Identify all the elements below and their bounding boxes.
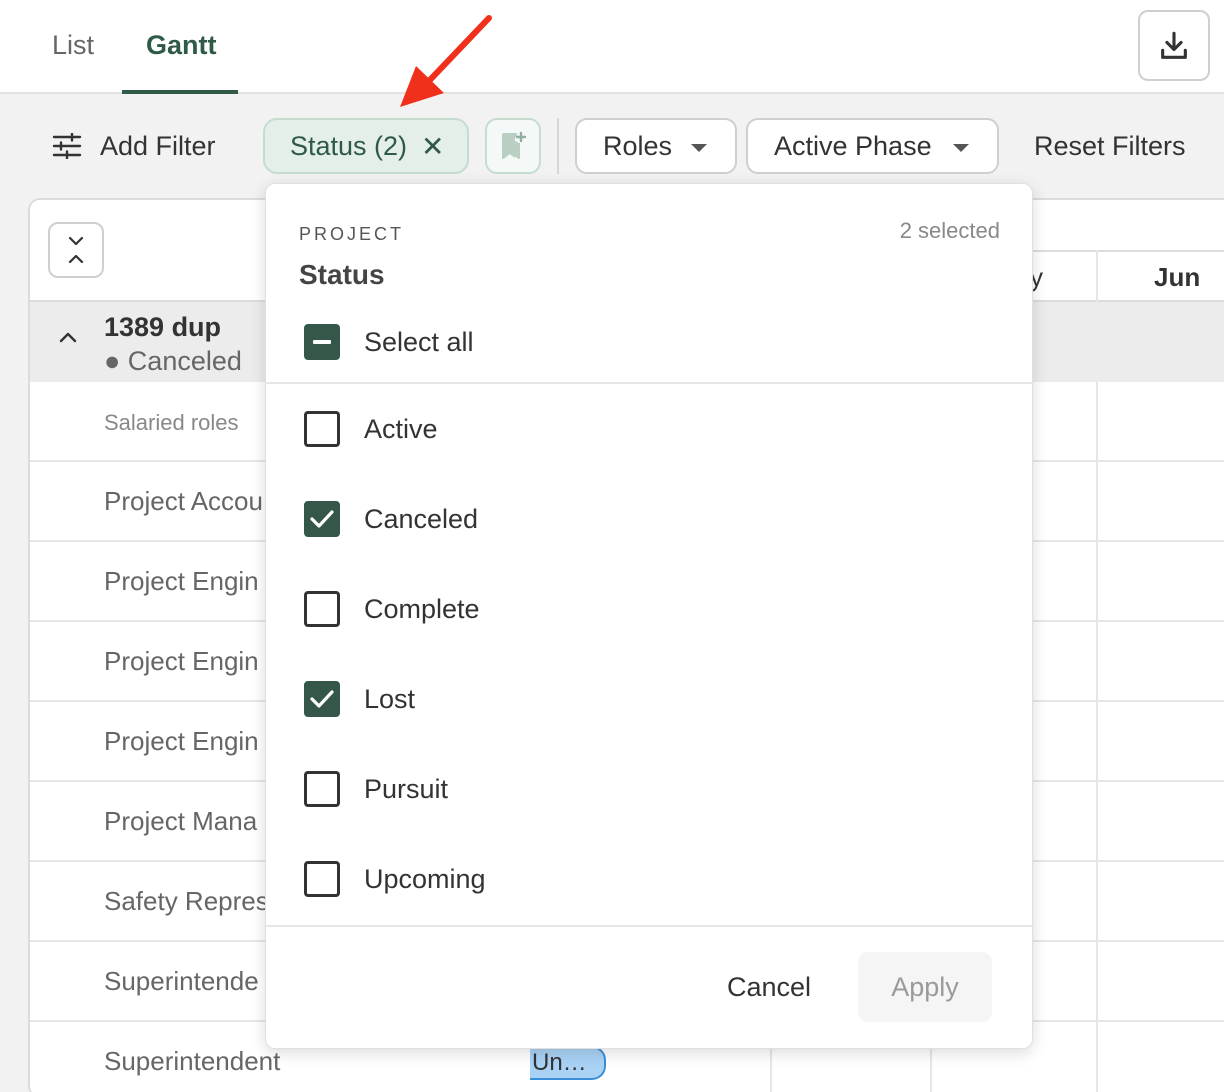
project-status: ● Canceled xyxy=(104,346,242,376)
filter-sliders-icon xyxy=(52,133,82,159)
row-label: Project Mana xyxy=(104,806,258,836)
divider xyxy=(266,382,1034,384)
option-canceled[interactable]: Canceled xyxy=(304,499,478,539)
close-icon[interactable]: ✕ xyxy=(421,130,444,163)
caret-down-icon xyxy=(953,144,969,152)
download-button[interactable] xyxy=(1138,10,1210,81)
option-complete[interactable]: Complete xyxy=(304,589,480,629)
collapse-icon xyxy=(68,236,84,264)
selected-count: 2 selected xyxy=(899,218,1000,243)
select-all-label: Select all xyxy=(364,326,474,357)
row-label: Project Accou xyxy=(104,486,263,516)
apply-button[interactable]: Apply xyxy=(858,952,992,1022)
toolbar-divider xyxy=(557,118,559,174)
tab-gantt[interactable]: Gantt xyxy=(146,30,217,61)
checkbox[interactable] xyxy=(304,411,340,447)
check-icon xyxy=(310,510,334,528)
active-phase-dropdown[interactable]: Active Phase xyxy=(746,118,999,174)
active-phase-label: Active Phase xyxy=(774,130,932,161)
roles-dropdown[interactable]: Roles xyxy=(575,118,737,174)
cancel-button[interactable]: Cancel xyxy=(704,952,834,1022)
bookmark-add-icon xyxy=(502,131,527,159)
month-header: Jun xyxy=(1154,262,1201,292)
checkbox[interactable] xyxy=(304,771,340,807)
tab-list[interactable]: List xyxy=(52,30,94,61)
top-tab-bar: List Gantt xyxy=(0,0,1224,94)
download-icon xyxy=(1161,31,1187,59)
select-all-checkbox[interactable] xyxy=(304,324,340,360)
row-label: Superintende xyxy=(104,966,259,996)
checkbox[interactable] xyxy=(304,681,340,717)
add-filter-button[interactable]: Add Filter xyxy=(52,131,216,161)
month-header-divider xyxy=(1030,250,1224,252)
gantt-bar[interactable]: Un… xyxy=(530,1046,606,1080)
option-label: Canceled xyxy=(364,503,479,534)
option-label: Complete xyxy=(364,593,480,624)
option-label: Lost xyxy=(364,683,416,714)
reset-filters-button[interactable]: Reset Filters xyxy=(1034,131,1186,162)
add-filter-label: Add Filter xyxy=(100,130,216,161)
dropdown-overline: PROJECT xyxy=(299,224,405,244)
dropdown-title: Status xyxy=(299,259,385,290)
option-lost[interactable]: Lost xyxy=(304,679,415,719)
check-icon xyxy=(310,690,334,708)
chevron-up-icon[interactable] xyxy=(56,326,80,350)
row-label: Project Engin xyxy=(104,646,259,676)
option-label: Active xyxy=(364,413,438,444)
select-all-option[interactable]: Select all xyxy=(304,322,474,362)
checkbox[interactable] xyxy=(304,501,340,537)
row-label: Project Engin xyxy=(104,566,259,596)
option-active[interactable]: Active xyxy=(304,409,438,449)
option-pursuit[interactable]: Pursuit xyxy=(304,769,448,809)
status-filter-dropdown: PROJECT Status 2 selected Select all Act… xyxy=(265,183,1034,1049)
save-filter-button[interactable] xyxy=(485,118,541,174)
status-filter-chip[interactable]: Status (2) ✕ xyxy=(263,118,469,174)
row-label: Salaried roles xyxy=(104,410,239,435)
status-chip-label: Status (2) xyxy=(290,130,408,161)
row-label: Superintendent xyxy=(104,1046,281,1076)
active-tab-indicator xyxy=(122,90,238,94)
option-label: Upcoming xyxy=(364,863,486,894)
project-name: 1389 dup xyxy=(104,312,222,342)
option-label: Pursuit xyxy=(364,773,449,804)
checkbox[interactable] xyxy=(304,861,340,897)
row-label: Safety Repres xyxy=(104,886,269,916)
option-upcoming[interactable]: Upcoming xyxy=(304,859,486,899)
caret-down-icon xyxy=(691,144,707,152)
indeterminate-icon xyxy=(313,340,331,344)
divider xyxy=(266,925,1034,927)
row-label: Project Engin xyxy=(104,726,259,756)
roles-label: Roles xyxy=(603,130,673,161)
checkbox[interactable] xyxy=(304,591,340,627)
collapse-all-button[interactable] xyxy=(48,222,104,278)
